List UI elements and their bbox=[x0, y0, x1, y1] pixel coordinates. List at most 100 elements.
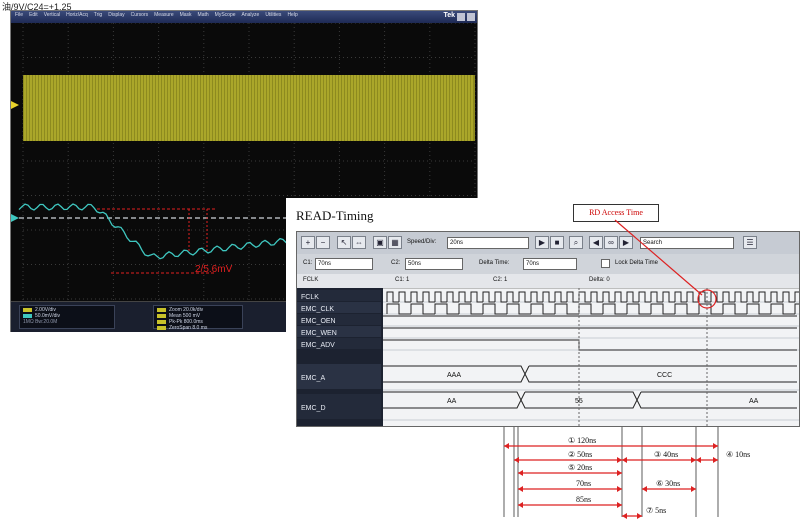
signal-name: FCLK bbox=[301, 294, 319, 301]
prev-icon[interactable]: ◀ bbox=[589, 236, 603, 249]
lock-delta-label: Lock Delta Time bbox=[615, 260, 659, 266]
readout-value: 8.0 ms bbox=[192, 325, 208, 331]
stop-icon[interactable]: ■ bbox=[550, 236, 564, 249]
signal-name: EMC_ADV bbox=[301, 342, 335, 349]
status-delta: Delta: 0 bbox=[589, 277, 610, 283]
scope-menu-item[interactable]: Vertical bbox=[44, 12, 60, 18]
channel-detail: 1MΩ Bw:20.0M bbox=[23, 319, 58, 325]
rd-access-callout: RD Access Time bbox=[573, 204, 659, 222]
status-signal: FCLK bbox=[303, 277, 319, 283]
lock-delta-checkbox[interactable] bbox=[601, 259, 610, 268]
options-icon[interactable]: ☰ bbox=[743, 236, 757, 249]
close-icon[interactable] bbox=[467, 13, 475, 21]
readout-color-icon bbox=[157, 313, 166, 318]
arrowhead-icon bbox=[617, 470, 622, 476]
marker-label: 2/5.6mV bbox=[195, 264, 233, 275]
arrowhead-icon bbox=[691, 457, 696, 463]
scope-menu-item[interactable]: Utilities bbox=[265, 12, 281, 18]
zoom-out-icon[interactable]: − bbox=[316, 236, 330, 249]
c2-label: C2: bbox=[391, 260, 401, 266]
delta-field[interactable]: 70ns bbox=[523, 258, 577, 270]
arrowhead-icon bbox=[691, 486, 696, 492]
status-c1: C1: 1 bbox=[395, 277, 410, 283]
binoculars-icon[interactable]: ∞ bbox=[604, 236, 618, 249]
channel-settings-box[interactable]: 2.00V/div 50.0mV/div 1MΩ Bw:20.0M bbox=[19, 305, 115, 329]
ch2-color-icon bbox=[23, 313, 32, 318]
scope-menu-item[interactable]: Horiz/Acq bbox=[66, 12, 88, 18]
search-icon[interactable]: ⌕ bbox=[569, 236, 583, 249]
measure-label: 70ns bbox=[576, 479, 591, 488]
scope-menu: File Edit Vertical Horiz/Acq Trig Display Curs… bbox=[15, 12, 298, 18]
run-icon[interactable]: ▶ bbox=[535, 236, 549, 249]
arrowhead-icon bbox=[637, 513, 642, 519]
c1-field[interactable]: 70ns bbox=[315, 258, 373, 270]
scope-menu-item[interactable]: Math bbox=[198, 12, 209, 18]
timing-title: READ-Timing bbox=[296, 208, 374, 223]
measure-label: ① 120ns bbox=[568, 436, 596, 445]
measure-label: ② 50ns bbox=[568, 450, 592, 459]
arrowhead-icon bbox=[518, 502, 523, 508]
scope-menu-bar: File Edit Vertical Horiz/Acq Trig Display Curs… bbox=[11, 11, 477, 23]
measure-label: ④ 10ns bbox=[726, 450, 750, 459]
minimize-icon[interactable] bbox=[457, 13, 465, 21]
arrowhead-icon bbox=[642, 486, 647, 492]
next-icon[interactable]: ▶ bbox=[619, 236, 633, 249]
readout-color-icon bbox=[157, 319, 166, 324]
fit-icon[interactable]: ▣ bbox=[373, 236, 387, 249]
analyzer-toolbar: + − ↖ ⇔ ▣ ▦ Speed/Div: 20ns ▶ ■ ⌕ ◀ ∞ ▶ … bbox=[297, 232, 799, 255]
emc-d-value: AA bbox=[749, 398, 759, 405]
scope-menu-item[interactable]: Mask bbox=[180, 12, 192, 18]
c2-field[interactable]: 50ns bbox=[405, 258, 463, 270]
scope-menu-item[interactable]: MyScope bbox=[215, 12, 236, 18]
measure-label: ⑤ 20ns bbox=[568, 463, 592, 472]
measure-label: ⑦ 5ns bbox=[646, 506, 666, 515]
scope-menu-item[interactable]: Edit bbox=[29, 12, 38, 18]
delta-label: Delta Time: bbox=[479, 260, 510, 266]
scope-menu-item[interactable]: Help bbox=[287, 12, 297, 18]
scope-menu-item[interactable]: Cursors bbox=[131, 12, 149, 18]
arrowhead-icon bbox=[504, 443, 509, 449]
ch1-color-icon bbox=[23, 307, 32, 312]
waveform-area: ABFCLKEMC_CLKEMC_OENEMC_WENEMC_ADVEMC_AE… bbox=[297, 288, 799, 426]
cursor-row: C1: 70ns C2: 50ns Delta Time: 70ns Lock … bbox=[297, 254, 799, 275]
cursor-tool-icon[interactable]: ⇔ bbox=[352, 236, 366, 249]
scope-menu-item[interactable]: Measure bbox=[154, 12, 173, 18]
readout-color-icon bbox=[157, 325, 166, 330]
scope-menu-item[interactable]: File bbox=[15, 12, 23, 18]
pointer-icon[interactable]: ↖ bbox=[337, 236, 351, 249]
brand-logo: Tek bbox=[443, 12, 455, 19]
signal-name: EMC_A bbox=[301, 375, 325, 382]
arrowhead-icon bbox=[622, 513, 627, 519]
c1-label: C1: bbox=[303, 260, 313, 266]
arrowhead-icon bbox=[617, 502, 622, 508]
speed-select[interactable]: 20ns bbox=[447, 237, 529, 249]
measurement-box[interactable]: Zoom 20.0k/div Mean 500 mV Pk-Pk 800.0ms… bbox=[153, 305, 243, 331]
emc-a-value: CCC bbox=[657, 372, 672, 379]
scope-menu-item[interactable]: Analyze bbox=[242, 12, 260, 18]
ch1-level-marker-icon bbox=[11, 101, 19, 109]
arrowhead-icon bbox=[518, 470, 523, 476]
logic-analyzer-window: + − ↖ ⇔ ▣ ▦ Speed/Div: 20ns ▶ ■ ⌕ ◀ ∞ ▶ … bbox=[296, 231, 800, 427]
scope-menu-item[interactable]: Display bbox=[108, 12, 124, 18]
status-c2: C2: 1 bbox=[493, 277, 508, 283]
signal-name: EMC_OEN bbox=[301, 318, 336, 325]
measure-label: ③ 40ns bbox=[654, 450, 678, 459]
timing-diagram-panel: READ-Timing RD Access Time + − ↖ ⇔ ▣ ▦ S… bbox=[286, 198, 800, 520]
arrowhead-icon bbox=[622, 457, 627, 463]
arrowhead-icon bbox=[713, 443, 718, 449]
speed-label: Speed/Div: bbox=[407, 239, 437, 245]
timing-measurements: ① 120ns ② 50ns ③ 40ns ④ 10ns ⑤ 20ns 70ns ⑥ 30n… bbox=[503, 427, 750, 519]
arrowhead-icon bbox=[617, 457, 622, 463]
ch2-level-marker-icon bbox=[11, 214, 19, 222]
measure-label: ⑥ 30ns bbox=[656, 479, 680, 488]
readout-color-icon bbox=[157, 307, 166, 312]
zoom-in-icon[interactable]: + bbox=[301, 236, 315, 249]
status-row: FCLK C1: 1 C2: 1 Delta: 0 bbox=[297, 274, 799, 289]
readout-row: ZeroSpan 8.0 ms bbox=[157, 325, 239, 331]
grid-icon[interactable]: ▦ bbox=[388, 236, 402, 249]
search-select[interactable]: Search bbox=[640, 237, 734, 249]
readout-key: ZeroSpan bbox=[169, 325, 191, 331]
arrowhead-icon bbox=[696, 457, 701, 463]
scope-menu-item[interactable]: Trig bbox=[94, 12, 102, 18]
arrowhead-icon bbox=[518, 486, 523, 492]
